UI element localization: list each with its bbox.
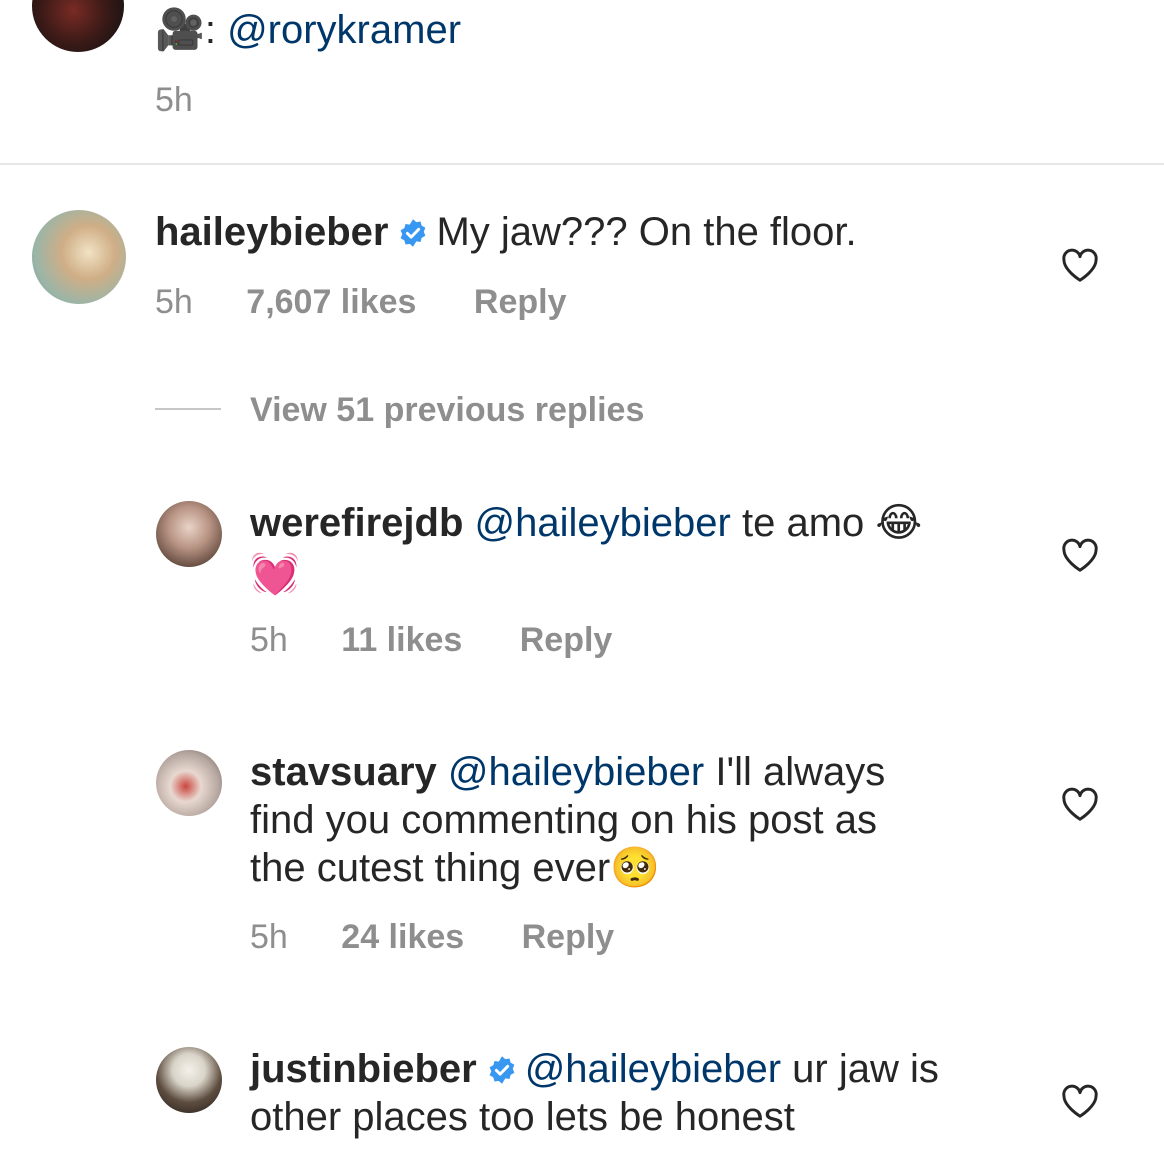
- credit-colon: :: [204, 8, 216, 52]
- reply-button[interactable]: Reply: [520, 621, 613, 659]
- avatar-justinbieber[interactable]: [156, 1047, 222, 1113]
- mention-link[interactable]: @haileybieber: [475, 501, 731, 545]
- view-replies-button[interactable]: View 51 previous replies: [250, 390, 644, 430]
- likes-count-link[interactable]: 11 likes: [341, 621, 462, 659]
- view-replies-label: View 51 previous replies: [250, 391, 645, 429]
- caption-divider: [0, 163, 1164, 165]
- heart-emoji: 💓: [250, 552, 300, 596]
- pleading-emoji: 🥺: [610, 846, 661, 890]
- likes-count-link[interactable]: 24 likes: [341, 918, 464, 956]
- laughing-emoji: 😂: [875, 501, 923, 545]
- credit-mention-link[interactable]: @rorykramer: [227, 8, 461, 52]
- username-stavsuary[interactable]: stavsuary: [250, 750, 437, 794]
- reply-line-3: the cutest thing ever🥺: [250, 844, 660, 892]
- replies-divider-line: [155, 408, 221, 410]
- heart-outline-icon[interactable]: [1060, 537, 1100, 573]
- comment-time: 5h: [250, 621, 288, 659]
- comment-text-line-1: ur jaw is: [792, 1047, 939, 1091]
- poster-avatar[interactable]: [32, 0, 124, 52]
- camera-emoji: 🎥: [155, 8, 205, 52]
- heart-outline-icon[interactable]: [1060, 1083, 1100, 1119]
- comment-line: haileybieber My jaw??? On the floor.: [155, 208, 857, 256]
- reply-line-1: justinbieber @haileybieber ur jaw is: [250, 1045, 939, 1093]
- comment-text: My jaw??? On the floor.: [436, 210, 857, 254]
- heart-outline-icon[interactable]: [1060, 786, 1100, 822]
- username-haileybieber[interactable]: haileybieber: [155, 210, 388, 254]
- likes-count-link[interactable]: 7,607 likes: [246, 283, 416, 321]
- reply-line-1: werefirejdb @haileybieber te amo 😂: [250, 499, 922, 547]
- comment-text-line-3: the cutest thing ever: [250, 846, 611, 890]
- username-werefirejdb[interactable]: werefirejdb: [250, 501, 463, 545]
- username-justinbieber[interactable]: justinbieber: [250, 1047, 477, 1091]
- verified-badge-icon: [489, 1056, 515, 1084]
- reply-line-2: 💓: [250, 550, 300, 598]
- comment-time: 5h: [250, 918, 288, 956]
- heart-outline-icon[interactable]: [1060, 247, 1100, 283]
- comment-text-line-1: I'll always: [715, 750, 886, 794]
- comment-text: te amo: [741, 501, 865, 545]
- comment-meta: 5h 24 likes Reply: [250, 917, 614, 957]
- comment-meta: 5h 7,607 likes Reply: [155, 282, 566, 322]
- comment-text-line-2: other places too lets be honest: [250, 1095, 795, 1139]
- mention-link[interactable]: @haileybieber: [448, 750, 704, 794]
- caption-credit-line: 🎥: @rorykramer: [155, 6, 461, 54]
- comment-meta: 5h 11 likes Reply: [250, 620, 612, 660]
- comment-text-line-2: find you commenting on his post as: [250, 798, 878, 842]
- reply-line-1: stavsuary @haileybieber I'll always: [250, 748, 885, 796]
- avatar-stavsuary[interactable]: [156, 750, 222, 816]
- caption-time: 5h: [155, 81, 193, 119]
- avatar-werefirejdb[interactable]: [156, 501, 222, 567]
- verified-badge-icon: [401, 219, 426, 247]
- mention-link[interactable]: @haileybieber: [525, 1047, 781, 1091]
- reply-button[interactable]: Reply: [474, 283, 567, 321]
- comment-time: 5h: [155, 283, 193, 321]
- reply-button[interactable]: Reply: [522, 918, 615, 956]
- avatar-haileybieber[interactable]: [32, 210, 126, 304]
